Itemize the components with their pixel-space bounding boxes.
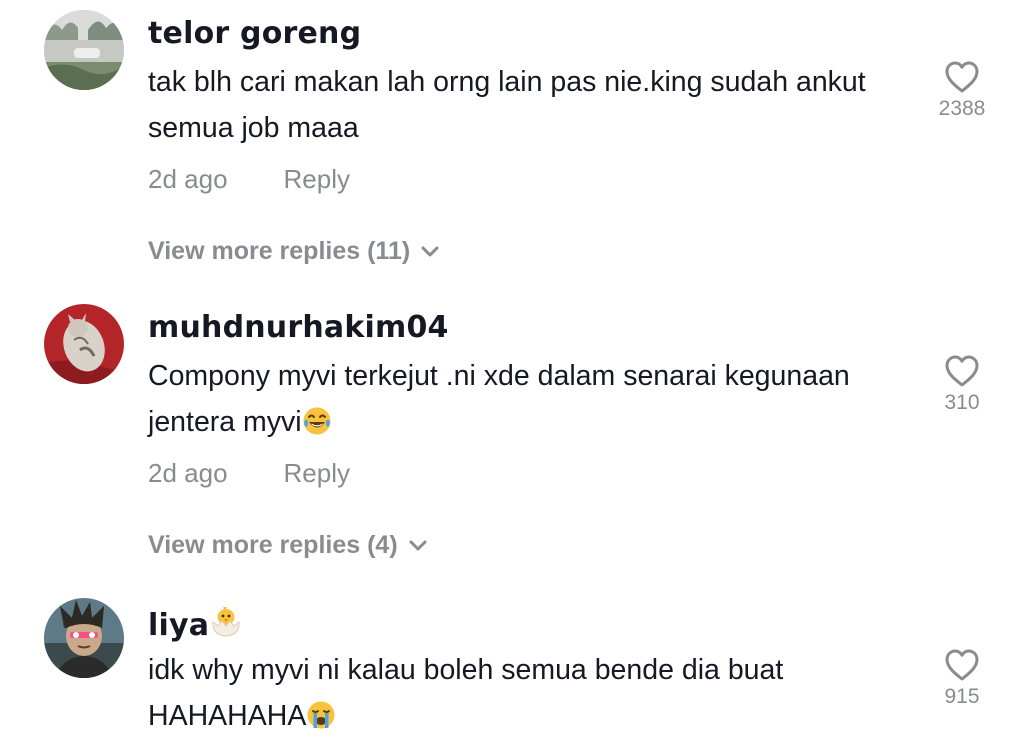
comment-username[interactable]: telor goreng bbox=[148, 16, 361, 52]
comment-username[interactable]: muhdnurhakim04 bbox=[148, 310, 449, 346]
avatar[interactable] bbox=[44, 10, 124, 90]
view-more-replies-button[interactable]: View more replies (11) bbox=[148, 235, 440, 267]
avatar-photo bbox=[44, 304, 124, 384]
comment-username[interactable]: liya bbox=[148, 604, 243, 647]
heart-outline-icon bbox=[945, 355, 979, 387]
chevron-down-icon bbox=[421, 246, 439, 257]
heart-outline-icon bbox=[945, 649, 979, 681]
like-count: 310 bbox=[944, 391, 980, 414]
like-count: 915 bbox=[944, 685, 980, 708]
avatar[interactable] bbox=[44, 598, 124, 678]
comment-username-text: liya bbox=[148, 608, 210, 643]
comment-time: 2d ago bbox=[148, 164, 228, 194]
comment-text: Compony myvi terkejut .ni xde dalam sena… bbox=[148, 353, 888, 450]
heart-outline-icon bbox=[945, 61, 979, 93]
comment-text: idk why myvi ni kalau boleh semua bende … bbox=[148, 647, 888, 744]
comment-time: 2d ago bbox=[148, 458, 228, 488]
loudly-crying-emoji-icon bbox=[306, 698, 336, 744]
reply-button[interactable]: Reply bbox=[284, 458, 350, 488]
comment-text-content: idk why myvi ni kalau boleh semua bende … bbox=[148, 654, 784, 732]
avatar-photo bbox=[44, 598, 124, 678]
view-more-replies-label: View more replies (11) bbox=[148, 237, 411, 265]
like-count: 2388 bbox=[938, 97, 986, 120]
like-button[interactable]: 915 bbox=[922, 648, 1002, 710]
view-more-replies-label: View more replies (4) bbox=[148, 531, 398, 559]
like-button[interactable]: 2388 bbox=[922, 60, 1002, 122]
comment-text: tak blh cari makan lah orng lain pas nie… bbox=[148, 59, 888, 151]
comment-meta: 2d ago Reply bbox=[148, 457, 350, 489]
comment-text-content: tak blh cari makan lah orng lain pas nie… bbox=[148, 66, 866, 144]
hatching-chick-emoji-icon bbox=[209, 604, 243, 647]
laughing-tears-emoji-icon bbox=[302, 404, 332, 450]
comment-meta: 2d ago Reply bbox=[148, 163, 350, 195]
avatar[interactable] bbox=[44, 304, 124, 384]
chevron-down-icon bbox=[409, 540, 427, 551]
view-more-replies-button[interactable]: View more replies (4) bbox=[148, 529, 428, 561]
avatar-photo bbox=[44, 10, 124, 90]
like-button[interactable]: 310 bbox=[922, 354, 1002, 416]
reply-button[interactable]: Reply bbox=[284, 164, 350, 194]
comment-text-content: Compony myvi terkejut .ni xde dalam sena… bbox=[148, 360, 850, 438]
